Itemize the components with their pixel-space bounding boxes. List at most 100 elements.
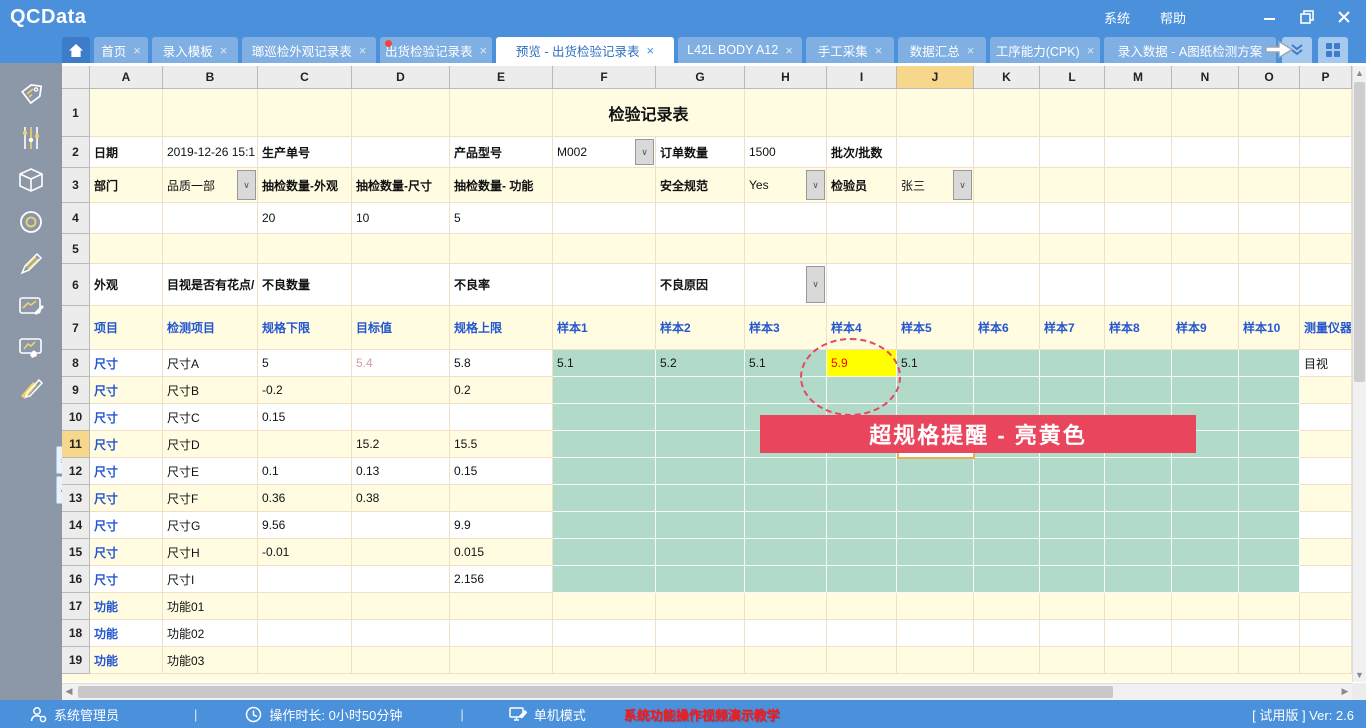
row-header-8[interactable]: 8 [62,350,90,377]
tab-close-icon[interactable]: × [220,44,228,57]
cell-N14[interactable] [1172,512,1239,539]
tab-close-icon[interactable]: × [359,44,367,57]
cell-F9[interactable] [553,377,656,404]
row-header-4[interactable]: 4 [62,203,90,234]
cell-O8[interactable] [1239,350,1300,377]
row-header-16[interactable]: 16 [62,566,90,593]
row-header-13[interactable]: 13 [62,485,90,512]
cell-A18[interactable]: 功能 [90,620,163,647]
cell-F11[interactable] [553,431,656,458]
cell-J7[interactable]: 样本5 [897,306,974,350]
cell-L17[interactable] [1040,593,1105,620]
cell-J9[interactable] [897,377,974,404]
cell-D3[interactable]: 抽检数量-尺寸 [352,168,450,203]
cell-K1[interactable] [974,89,1040,137]
col-header-J[interactable]: J [897,66,974,89]
tab-grid-button[interactable] [1318,37,1348,63]
cell-N7[interactable]: 样本9 [1172,306,1239,350]
tab-close-icon[interactable]: × [479,44,487,57]
cell-E4[interactable]: 5 [450,203,553,234]
cell-M13[interactable] [1105,485,1172,512]
cell-M2[interactable] [1105,137,1172,168]
cell-A8[interactable]: 尺寸 [90,350,163,377]
cell-K18[interactable] [974,620,1040,647]
cell-F13[interactable] [553,485,656,512]
toolbar-target-icon[interactable] [0,201,62,243]
vertical-scroll-thumb[interactable] [1354,82,1365,382]
cell-E13[interactable] [450,485,553,512]
cell-P10[interactable] [1300,404,1352,431]
cell-O4[interactable] [1239,203,1300,234]
cell-C12[interactable]: 0.1 [258,458,352,485]
cell-B7[interactable]: 检测项目 [163,306,258,350]
cell-A16[interactable]: 尺寸 [90,566,163,593]
cell-A10[interactable]: 尺寸 [90,404,163,431]
cell-C7[interactable]: 规格下限 [258,306,352,350]
cell-C5[interactable] [258,234,352,264]
cell-I5[interactable] [827,234,897,264]
cell-J13[interactable] [897,485,974,512]
cell-O15[interactable] [1239,539,1300,566]
cell-M19[interactable] [1105,647,1172,674]
dropdown-arrow-icon[interactable]: ∨ [806,266,825,303]
cell-L4[interactable] [1040,203,1105,234]
cell-H16[interactable] [745,566,827,593]
col-header-F[interactable]: F [553,66,656,89]
cell-K9[interactable] [974,377,1040,404]
cell-B8[interactable]: 尺寸A [163,350,258,377]
tab-8[interactable]: 数据汇总× [898,37,986,63]
cell-H15[interactable] [745,539,827,566]
cell-D1[interactable] [352,89,450,137]
cell-O14[interactable] [1239,512,1300,539]
cell-E19[interactable] [450,647,553,674]
cell-A11[interactable]: 尺寸 [90,431,163,458]
cell-F16[interactable] [553,566,656,593]
cell-O18[interactable] [1239,620,1300,647]
cell-N16[interactable] [1172,566,1239,593]
minimize-button[interactable] [1251,0,1288,34]
col-header-K[interactable]: K [974,66,1040,89]
tab-close-icon[interactable]: × [785,44,793,57]
cell-C10[interactable]: 0.15 [258,404,352,431]
toolbar-box-icon[interactable] [0,159,62,201]
cell-D12[interactable]: 0.13 [352,458,450,485]
cell-J17[interactable] [897,593,974,620]
cell-M14[interactable] [1105,512,1172,539]
cell-D19[interactable] [352,647,450,674]
cell-C2[interactable]: 生产单号 [258,137,352,168]
cell-O9[interactable] [1239,377,1300,404]
cell-A6[interactable]: 外观 [90,264,163,306]
cell-F14[interactable] [553,512,656,539]
cell-P13[interactable] [1300,485,1352,512]
cell-H18[interactable] [745,620,827,647]
cell-F19[interactable] [553,647,656,674]
cell-H4[interactable] [745,203,827,234]
cell-K7[interactable]: 样本6 [974,306,1040,350]
row-header-19[interactable]: 19 [62,647,90,674]
cell-C18[interactable] [258,620,352,647]
home-tab[interactable] [62,37,90,63]
cell-C17[interactable] [258,593,352,620]
cell-O19[interactable] [1239,647,1300,674]
cell-N5[interactable] [1172,234,1239,264]
cell-H1[interactable] [745,89,827,137]
menu-item-help[interactable]: 帮助 [1160,8,1186,27]
cell-E12[interactable]: 0.15 [450,458,553,485]
cell-J18[interactable] [897,620,974,647]
tab-2[interactable]: 录入模板× [152,37,238,63]
cell-N19[interactable] [1172,647,1239,674]
cell-J15[interactable] [897,539,974,566]
cell-D4[interactable]: 10 [352,203,450,234]
scroll-down-arrow-icon[interactable]: ▼ [1353,668,1366,682]
col-header-N[interactable]: N [1172,66,1239,89]
cell-P3[interactable] [1300,168,1352,203]
cell-P4[interactable] [1300,203,1352,234]
cell-I3[interactable]: 检验员 [827,168,897,203]
cell-L9[interactable] [1040,377,1105,404]
tab-4[interactable]: 出货检验记录表× [380,37,492,63]
cell-K16[interactable] [974,566,1040,593]
scroll-up-arrow-icon[interactable]: ▲ [1353,66,1366,80]
cell-N1[interactable] [1172,89,1239,137]
cell-P15[interactable] [1300,539,1352,566]
cell-O5[interactable] [1239,234,1300,264]
